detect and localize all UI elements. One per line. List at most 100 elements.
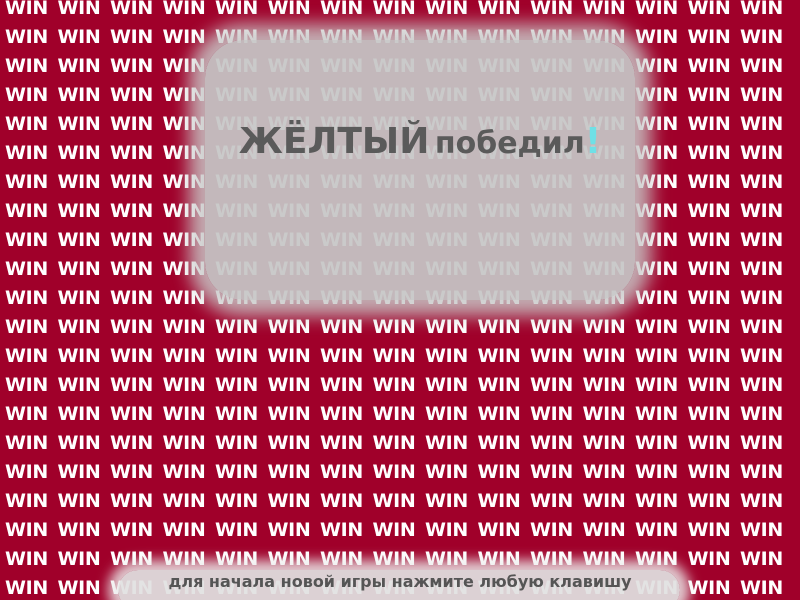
win-word: WIN [635, 374, 679, 396]
win-word: WIN [110, 345, 154, 367]
win-word: WIN [5, 345, 49, 367]
win-word: WIN [477, 403, 521, 425]
win-word: WIN [687, 374, 731, 396]
win-word: WIN [635, 345, 679, 367]
win-row: WIN WIN WIN WIN WIN WIN WIN WIN WIN WIN WIN WIN WIN W… [5, 458, 793, 487]
win-word: WIN [372, 519, 416, 541]
win-row: WIN WIN WIN WIN WIN WIN WIN WIN WIN WIN WIN WIN WIN W… [5, 400, 793, 429]
winner-suffix: победил [434, 126, 585, 161]
win-word: WIN [5, 55, 49, 77]
win-word: WIN [57, 519, 101, 541]
win-word: WIN [425, 519, 469, 541]
win-word: WIN [635, 258, 679, 280]
win-word: WIN [267, 490, 311, 512]
win-word: WIN [425, 345, 469, 367]
win-word: WIN [477, 490, 521, 512]
win-word: WIN [530, 345, 574, 367]
win-word: WIN [57, 200, 101, 222]
win-word: WIN [267, 432, 311, 454]
win-word: WIN [110, 432, 154, 454]
win-word: WIN [57, 345, 101, 367]
winner-message: ЖЁЛТЫЙ победил! [0, 117, 800, 173]
win-word: WIN [110, 200, 154, 222]
win-word: WIN [635, 229, 679, 251]
win-word: WIN [477, 374, 521, 396]
win-word: WIN [215, 0, 259, 19]
win-screen[interactable]: WIN WIN WIN WIN WIN WIN WIN WIN WIN WIN WIN WIN WIN W… [0, 0, 800, 600]
win-word: WIN [267, 316, 311, 338]
win-word: WIN [687, 432, 731, 454]
win-word: WIN [582, 316, 626, 338]
win-word: WIN [477, 461, 521, 483]
win-word: WIN [320, 461, 364, 483]
win-word: WIN [110, 0, 154, 19]
win-word: WIN [5, 374, 49, 396]
win-word: WIN [687, 0, 731, 19]
win-word: WIN [162, 287, 206, 309]
win-word: WIN [57, 55, 101, 77]
win-word: WIN [687, 258, 731, 280]
win-word: WIN [5, 26, 49, 48]
win-word: WIN [372, 490, 416, 512]
win-word: WIN [162, 316, 206, 338]
win-word: WIN [5, 84, 49, 106]
win-word: WIN [530, 316, 574, 338]
win-word: WIN [267, 345, 311, 367]
win-word: WIN [110, 287, 154, 309]
win-word: WIN [740, 200, 784, 222]
win-word: WIN [162, 0, 206, 19]
win-word: WIN [5, 519, 49, 541]
win-row: WIN WIN WIN WIN WIN WIN WIN WIN WIN WIN WIN WIN WIN W… [5, 313, 793, 342]
win-row: WIN WIN WIN WIN WIN WIN WIN WIN WIN WIN WIN WIN WIN W… [5, 516, 793, 545]
win-word: WIN [635, 461, 679, 483]
win-word: WIN [582, 490, 626, 512]
win-word: WIN [635, 432, 679, 454]
win-word: WIN [425, 432, 469, 454]
win-row: WIN WIN WIN WIN WIN WIN WIN WIN WIN WIN WIN WIN WIN W… [5, 342, 793, 371]
win-word: WIN [687, 287, 731, 309]
win-word: WIN [530, 403, 574, 425]
win-word: WIN [530, 519, 574, 541]
win-word: WIN [162, 490, 206, 512]
win-word: WIN [530, 374, 574, 396]
win-word: WIN [162, 345, 206, 367]
win-word: WIN [57, 432, 101, 454]
win-word: WIN [477, 432, 521, 454]
win-word: WIN [740, 374, 784, 396]
win-word: WIN [162, 461, 206, 483]
win-word: WIN [635, 287, 679, 309]
win-word: WIN [372, 316, 416, 338]
win-word: WIN [635, 84, 679, 106]
win-word: WIN [162, 403, 206, 425]
win-word: WIN [740, 287, 784, 309]
win-word: WIN [425, 461, 469, 483]
win-word: WIN [5, 490, 49, 512]
win-word: WIN [215, 519, 259, 541]
win-word: WIN [740, 345, 784, 367]
win-word: WIN [425, 374, 469, 396]
win-word: WIN [425, 403, 469, 425]
win-word: WIN [57, 287, 101, 309]
win-word: WIN [687, 200, 731, 222]
win-word: WIN [582, 0, 626, 19]
win-word: WIN [477, 0, 521, 19]
win-word: WIN [740, 316, 784, 338]
win-word: WIN [687, 229, 731, 251]
win-word: WIN [687, 84, 731, 106]
win-word: WIN [267, 374, 311, 396]
win-word: WIN [162, 26, 206, 48]
win-word: WIN [635, 200, 679, 222]
win-word: WIN [372, 461, 416, 483]
win-word: WIN [57, 258, 101, 280]
win-word: WIN [5, 200, 49, 222]
win-word: WIN [477, 316, 521, 338]
win-word: WIN [110, 490, 154, 512]
win-word: WIN [57, 229, 101, 251]
win-word: WIN [582, 345, 626, 367]
win-word: WIN [635, 0, 679, 19]
win-word: WIN [5, 258, 49, 280]
win-word: WIN [635, 316, 679, 338]
win-word: WIN [110, 316, 154, 338]
win-word: WIN [110, 519, 154, 541]
win-word: WIN [582, 403, 626, 425]
